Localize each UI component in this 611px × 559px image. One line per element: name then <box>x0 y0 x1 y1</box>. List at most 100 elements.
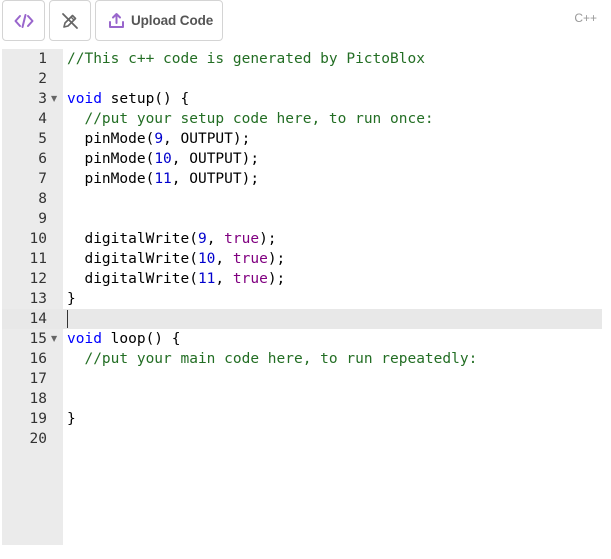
fold-toggle-icon[interactable]: ▼ <box>51 89 57 109</box>
code-token: ); <box>259 231 277 247</box>
line-number: 2 <box>38 71 47 87</box>
code-token: , OUTPUT); <box>171 151 260 167</box>
code-token: } <box>67 411 76 427</box>
code-line[interactable]: 5 pinMode(9, OUTPUT); <box>2 129 602 149</box>
upload-code-button[interactable]: Upload Code <box>95 0 223 41</box>
line-number: 12 <box>29 271 47 287</box>
code-line[interactable]: 16 //put your main code here, to run rep… <box>2 349 602 369</box>
code-text: } <box>67 409 76 429</box>
code-text: pinMode(9, OUTPUT); <box>67 129 250 149</box>
line-number: 17 <box>29 371 47 387</box>
code-text: digitalWrite(9, true); <box>67 229 277 249</box>
text-cursor <box>67 310 68 328</box>
code-token: pinMode( <box>67 151 155 167</box>
code-token: ); <box>267 271 286 287</box>
code-line[interactable]: 3 ▼ void setup() { <box>2 89 602 109</box>
code-token: true <box>232 251 268 267</box>
code-view-button[interactable] <box>2 0 45 41</box>
code-token: 9 <box>197 231 207 247</box>
code-line[interactable]: 8 <box>2 189 602 209</box>
code-token: 9 <box>154 131 164 147</box>
code-text: pinMode(11, OUTPUT); <box>67 169 259 189</box>
code-token: 11 <box>197 271 216 287</box>
code-text: pinMode(10, OUTPUT); <box>67 149 259 169</box>
code-token: digitalWrite( <box>67 251 198 267</box>
code-brackets-icon <box>14 13 34 29</box>
fold-toggle-icon[interactable]: ▼ <box>51 329 57 349</box>
line-number: 6 <box>38 151 47 167</box>
line-number: 15 <box>29 331 47 347</box>
line-number: 16 <box>29 351 47 367</box>
code-token: void <box>67 91 102 107</box>
code-text: digitalWrite(10, true); <box>67 249 285 269</box>
code-token: , OUTPUT); <box>163 131 251 147</box>
code-token: , <box>215 271 233 287</box>
code-editor[interactable]: 1 //This c++ code is generated by PictoBl… <box>2 49 602 545</box>
code-token: //put your setup code here, to run once: <box>84 111 434 127</box>
code-text: } <box>67 289 76 309</box>
code-token: //put your main code here, to run repeat… <box>84 351 478 367</box>
code-line[interactable]: 2 <box>2 69 602 89</box>
code-text: digitalWrite(11, true); <box>67 269 285 289</box>
code-token: loop() { <box>101 331 181 347</box>
line-number: 10 <box>29 231 47 247</box>
code-line[interactable]: 20 <box>2 429 602 449</box>
toolbar: Upload Code C++ <box>0 0 611 46</box>
code-token: , OUTPUT); <box>171 171 260 187</box>
code-token: } <box>67 291 76 307</box>
line-number: 20 <box>29 431 47 447</box>
code-token: //This c++ code is generated by PictoBlo… <box>67 51 425 67</box>
code-token: pinMode( <box>67 171 155 187</box>
code-line[interactable]: 17 <box>2 369 602 389</box>
code-line[interactable]: 12 digitalWrite(11, true); <box>2 269 602 289</box>
code-token: , <box>206 231 225 247</box>
code-token: 10 <box>197 251 216 267</box>
line-number: 1 <box>38 51 47 67</box>
code-text: void loop() { <box>67 329 181 349</box>
code-token: true <box>224 231 260 247</box>
code-token: digitalWrite( <box>67 271 198 287</box>
line-number: 18 <box>29 391 47 407</box>
line-number: 3 <box>38 91 47 107</box>
code-token: 10 <box>154 151 172 167</box>
pencil-slash-icon <box>60 11 80 31</box>
line-number: 19 <box>29 411 47 427</box>
code-line[interactable]: 4 //put your setup code here, to run onc… <box>2 109 602 129</box>
code-line[interactable]: 1 //This c++ code is generated by PictoBl… <box>2 49 602 69</box>
code-line[interactable]: 19} <box>2 409 602 429</box>
code-token: setup() { <box>101 91 190 107</box>
code-token: void <box>67 331 102 347</box>
language-label: C++ <box>574 11 597 25</box>
upload-icon <box>108 12 125 29</box>
code-token: ); <box>267 251 286 267</box>
edit-toggle-button[interactable] <box>49 0 91 41</box>
code-text: void setup() { <box>67 89 189 109</box>
code-token: true <box>232 271 268 287</box>
line-number: 14 <box>29 311 47 327</box>
line-number: 5 <box>38 131 47 147</box>
line-number: 7 <box>38 171 47 187</box>
code-line[interactable]: 7 pinMode(11, OUTPUT); <box>2 169 602 189</box>
code-token: pinMode( <box>67 131 155 147</box>
code-line[interactable]: 18 <box>2 389 602 409</box>
line-number: 9 <box>38 211 47 227</box>
code-line[interactable]: 10 digitalWrite(9, true); <box>2 229 602 249</box>
code-token: 11 <box>154 171 172 187</box>
code-token: digitalWrite( <box>67 231 198 247</box>
code-line[interactable]: 14 <box>2 309 602 329</box>
code-line[interactable]: 11 digitalWrite(10, true); <box>2 249 602 269</box>
upload-code-label: Upload Code <box>131 13 214 28</box>
code-text: //put your main code here, to run repeat… <box>67 349 477 369</box>
line-number: 11 <box>29 251 47 267</box>
line-number: 4 <box>38 111 47 127</box>
code-line[interactable]: 9 <box>2 209 602 229</box>
code-line[interactable]: 13} <box>2 289 602 309</box>
line-number: 13 <box>29 291 47 307</box>
code-line[interactable]: 6 pinMode(10, OUTPUT); <box>2 149 602 169</box>
code-line[interactable]: 15 ▼ void loop() { <box>2 329 602 349</box>
code-token: , <box>215 251 233 267</box>
code-text: //put your setup code here, to run once: <box>67 109 434 129</box>
line-number: 8 <box>38 191 47 207</box>
